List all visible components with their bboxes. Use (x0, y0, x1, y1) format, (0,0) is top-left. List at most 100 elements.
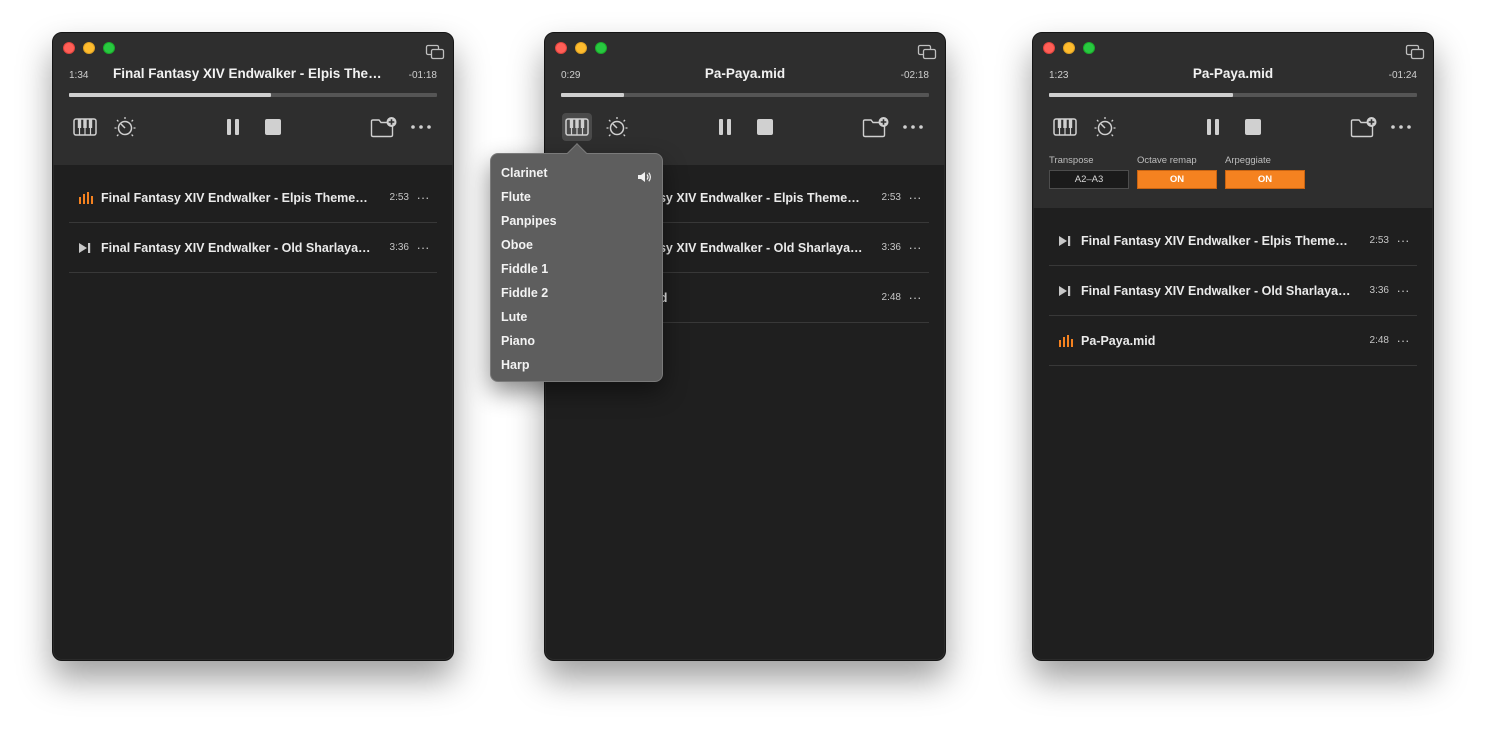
minimize-window-button[interactable] (1063, 42, 1075, 54)
pause-icon (227, 119, 239, 135)
knob-icon (1094, 117, 1116, 137)
settings-knob-button[interactable] (110, 113, 140, 141)
track-duration: 2:48 (881, 292, 901, 303)
instrument-button[interactable] (1050, 113, 1080, 141)
picture-in-picture-icon[interactable] (917, 44, 937, 60)
octave-remap-toggle[interactable]: ON (1137, 170, 1217, 189)
track-more-button[interactable]: ··· (1389, 284, 1417, 297)
progress-bar[interactable] (561, 93, 929, 97)
play-next-icon (69, 242, 97, 253)
stop-button[interactable] (1238, 113, 1268, 141)
menu-item-piano[interactable]: Piano (491, 329, 662, 353)
track-row[interactable]: Pa-Paya.mid 2:48 ··· (1049, 316, 1417, 366)
more-options-button[interactable] (406, 113, 436, 141)
stop-icon (265, 119, 281, 135)
instrument-button[interactable] (70, 113, 100, 141)
close-window-button[interactable] (555, 42, 567, 54)
track-duration: 3:36 (1369, 285, 1389, 296)
track-more-button[interactable]: ··· (901, 241, 929, 254)
window-controls (1043, 42, 1095, 54)
pause-button[interactable] (1198, 113, 1228, 141)
minimize-window-button[interactable] (575, 42, 587, 54)
track-duration: 3:36 (389, 242, 409, 253)
add-folder-button[interactable] (861, 113, 891, 141)
zoom-window-button[interactable] (1083, 42, 1095, 54)
menu-item-oboe[interactable]: Oboe (491, 233, 662, 257)
stop-icon (1245, 119, 1261, 135)
settings-knob-button[interactable] (1090, 113, 1120, 141)
pause-button[interactable] (218, 113, 248, 141)
track-more-button[interactable]: ··· (901, 191, 929, 204)
add-folder-button[interactable] (1349, 113, 1379, 141)
stop-button[interactable] (750, 113, 780, 141)
window-controls (63, 42, 115, 54)
more-options-button[interactable] (1386, 113, 1416, 141)
track-duration: 3:36 (881, 242, 901, 253)
folder-add-icon (1350, 117, 1377, 138)
piano-icon (73, 118, 97, 136)
knob-icon (606, 117, 628, 137)
track-row[interactable]: Final Fantasy XIV Endwalker - Old Sharla… (1049, 266, 1417, 316)
track-row[interactable]: Final Fantasy XIV Endwalker - Old Sharla… (69, 223, 437, 273)
elapsed-time: 0:29 (561, 70, 581, 81)
menu-item-harp[interactable]: Harp (491, 353, 662, 377)
progress-fill (561, 93, 624, 97)
menu-item-flute[interactable]: Flute (491, 185, 662, 209)
transpose-range-field[interactable]: A2–A3 (1049, 170, 1129, 189)
arpeggiate-label: Arpeggiate (1225, 155, 1271, 166)
progress-bar[interactable] (69, 93, 437, 97)
picture-in-picture-icon[interactable] (1405, 44, 1425, 60)
play-next-icon (1049, 235, 1077, 246)
octave-remap-control: Octave remap ON (1137, 155, 1217, 189)
progress-bar[interactable] (1049, 93, 1417, 97)
menu-item-fiddle-1[interactable]: Fiddle 1 (491, 257, 662, 281)
play-next-icon (1049, 285, 1077, 296)
track-row[interactable]: Final Fantasy XIV Endwalker - Elpis Them… (1049, 216, 1417, 266)
knob-icon (114, 117, 136, 137)
track-more-button[interactable]: ··· (409, 241, 437, 254)
ellipsis-icon (1391, 125, 1411, 129)
picture-in-picture-icon[interactable] (425, 44, 445, 60)
instrument-menu: Clarinet Flute Panpipes Oboe Fiddle 1 Fi… (491, 161, 662, 377)
elapsed-time: 1:34 (69, 70, 89, 81)
menu-item-fiddle-2[interactable]: Fiddle 2 (491, 281, 662, 305)
now-playing-title: Final Fantasy XIV Endwalker - Elpis Them… (113, 66, 393, 81)
transpose-control: Transpose A2–A3 (1049, 155, 1129, 189)
playlist: Final Fantasy XIV Endwalker - Elpis Them… (69, 173, 437, 273)
track-more-button[interactable]: ··· (409, 191, 437, 204)
minimize-window-button[interactable] (83, 42, 95, 54)
zoom-window-button[interactable] (595, 42, 607, 54)
track-duration: 2:53 (389, 192, 409, 203)
track-title: Final Fantasy XIV Endwalker - Elpis Them… (1081, 233, 1351, 248)
menu-item-clarinet[interactable]: Clarinet (491, 161, 662, 185)
playing-bars-icon (69, 191, 97, 204)
ellipsis-icon (411, 125, 431, 129)
piano-icon (565, 118, 589, 136)
more-options-button[interactable] (898, 113, 928, 141)
instrument-button[interactable] (562, 113, 592, 141)
close-window-button[interactable] (63, 42, 75, 54)
close-window-button[interactable] (1043, 42, 1055, 54)
folder-add-icon (370, 117, 397, 138)
folder-add-icon (862, 117, 889, 138)
add-folder-button[interactable] (369, 113, 399, 141)
track-row[interactable]: Final Fantasy XIV Endwalker - Elpis Them… (69, 173, 437, 223)
track-more-button[interactable]: ··· (901, 291, 929, 304)
track-more-button[interactable]: ··· (1389, 234, 1417, 247)
track-title: Final Fantasy XIV Endwalker - Old Sharla… (1081, 283, 1351, 298)
settings-knob-button[interactable] (602, 113, 632, 141)
remaining-time: -01:24 (1388, 70, 1417, 81)
remaining-time: -02:18 (900, 70, 929, 81)
zoom-window-button[interactable] (103, 42, 115, 54)
menu-item-panpipes[interactable]: Panpipes (491, 209, 662, 233)
pause-button[interactable] (710, 113, 740, 141)
arpeggiate-toggle[interactable]: ON (1225, 170, 1305, 189)
now-playing-title: Pa-Paya.mid (1192, 66, 1274, 81)
stop-button[interactable] (258, 113, 288, 141)
track-duration: 2:53 (1369, 235, 1389, 246)
track-title: Final Fantasy XIV Endwalker - Old Sharla… (101, 240, 371, 255)
pause-icon (719, 119, 731, 135)
track-duration: 2:53 (881, 192, 901, 203)
menu-item-lute[interactable]: Lute (491, 305, 662, 329)
track-more-button[interactable]: ··· (1389, 334, 1417, 347)
